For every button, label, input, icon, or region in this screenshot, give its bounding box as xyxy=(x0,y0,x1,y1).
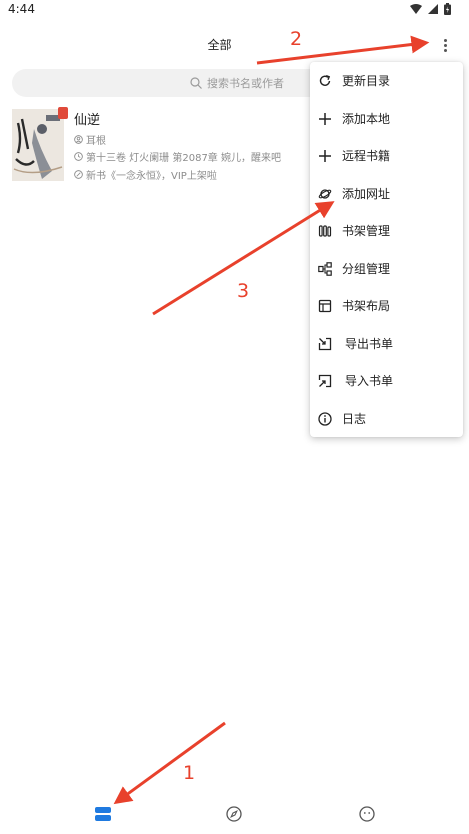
annotation-label-2: 2 xyxy=(290,28,303,50)
menu-label: 日志 xyxy=(342,412,367,426)
battery-icon xyxy=(444,3,451,15)
menu-label: 添加网址 xyxy=(342,187,391,201)
update-badge xyxy=(58,107,68,119)
menu-label: 书架布局 xyxy=(342,299,391,313)
book-note-line: 新书《一念永恒》，VIP上架啦 xyxy=(74,167,217,182)
book-item[interactable]: 仙逆 耳根 第十三卷 灯火阑珊 第2087章 婉儿，醒来吧 新书《一念永恒》，V… xyxy=(12,107,312,183)
menu-item-group-manage[interactable]: 分组管理 xyxy=(310,250,463,287)
menu-label: 导入书单 xyxy=(345,374,394,388)
plus-icon xyxy=(317,148,333,164)
status-icons xyxy=(410,3,451,15)
compass-small-icon xyxy=(74,170,83,179)
bottom-nav xyxy=(0,795,469,834)
menu-item-remote-books[interactable]: 远程书籍 xyxy=(310,137,463,174)
search-placeholder: 搜索书名或作者 xyxy=(207,77,284,90)
import-icon xyxy=(317,373,333,389)
wifi-icon xyxy=(410,4,422,14)
menu-item-export-list[interactable]: 导出书单 xyxy=(310,325,463,362)
menu-item-bookshelf-manage[interactable]: 书架管理 xyxy=(310,212,463,249)
info-icon xyxy=(317,411,333,427)
status-bar: 4:44 xyxy=(0,0,469,22)
more-dot xyxy=(443,38,447,42)
more-dot xyxy=(443,48,447,52)
book-note: 新书《一念永恒》，VIP上架啦 xyxy=(86,171,217,182)
menu-item-update-catalog[interactable]: 更新目录 xyxy=(310,62,463,99)
status-time: 4:44 xyxy=(8,2,35,16)
book-author-line: 耳根 xyxy=(74,132,106,147)
export-icon xyxy=(317,336,333,352)
menu-label: 远程书籍 xyxy=(342,149,391,163)
search-bar[interactable]: 搜索书名或作者 xyxy=(12,69,332,97)
compass-icon xyxy=(226,806,242,822)
menu-label: 书架管理 xyxy=(342,224,391,238)
page-title[interactable]: 全部 xyxy=(0,36,439,53)
menu-item-add-url[interactable]: 添加网址 xyxy=(310,175,463,212)
more-options-button[interactable] xyxy=(434,34,456,56)
book-author: 耳根 xyxy=(86,136,106,147)
options-menu: 更新目录 添加本地 远程书籍 添加网址 书架管理 分组管理 书架布局 导出书单 … xyxy=(310,62,463,437)
menu-label: 导出书单 xyxy=(345,337,394,351)
book-title: 仙逆 xyxy=(74,113,101,128)
book-chapter-line: 第十三卷 灯火阑珊 第2087章 婉儿，醒来吧 xyxy=(74,149,281,164)
menu-item-log[interactable]: 日志 xyxy=(310,400,463,437)
menu-item-import-list[interactable]: 导入书单 xyxy=(310,362,463,399)
menu-label: 分组管理 xyxy=(342,262,391,276)
author-icon xyxy=(74,135,83,144)
more-dot xyxy=(443,43,447,47)
search-icon xyxy=(190,77,202,89)
annotation-label-3: 3 xyxy=(237,280,250,302)
nav-profile-button[interactable] xyxy=(356,803,378,825)
signal-icon xyxy=(428,4,438,14)
nav-bookshelf-button[interactable] xyxy=(92,803,114,825)
menu-item-bookshelf-layout[interactable]: 书架布局 xyxy=(310,287,463,324)
menu-label: 添加本地 xyxy=(342,112,391,126)
plus-icon xyxy=(317,111,333,127)
search-inner: 搜索书名或作者 xyxy=(190,75,284,91)
book-cover xyxy=(12,109,64,181)
planet-icon xyxy=(317,186,333,202)
book-latest-chapter: 第十三卷 灯火阑珊 第2087章 婉儿，醒来吧 xyxy=(86,153,281,164)
clock-icon xyxy=(74,152,83,161)
refresh-icon xyxy=(317,73,333,89)
profile-icon xyxy=(359,806,375,822)
nav-discover-button[interactable] xyxy=(223,803,245,825)
layout-icon xyxy=(317,298,333,314)
books-icon xyxy=(317,223,333,239)
bookshelf-icon xyxy=(95,807,111,821)
annotation-arrow-1 xyxy=(113,721,226,805)
menu-label: 更新目录 xyxy=(342,74,391,88)
annotation-label-1: 1 xyxy=(183,762,196,784)
menu-item-add-local[interactable]: 添加本地 xyxy=(310,100,463,137)
group-icon xyxy=(317,261,333,277)
